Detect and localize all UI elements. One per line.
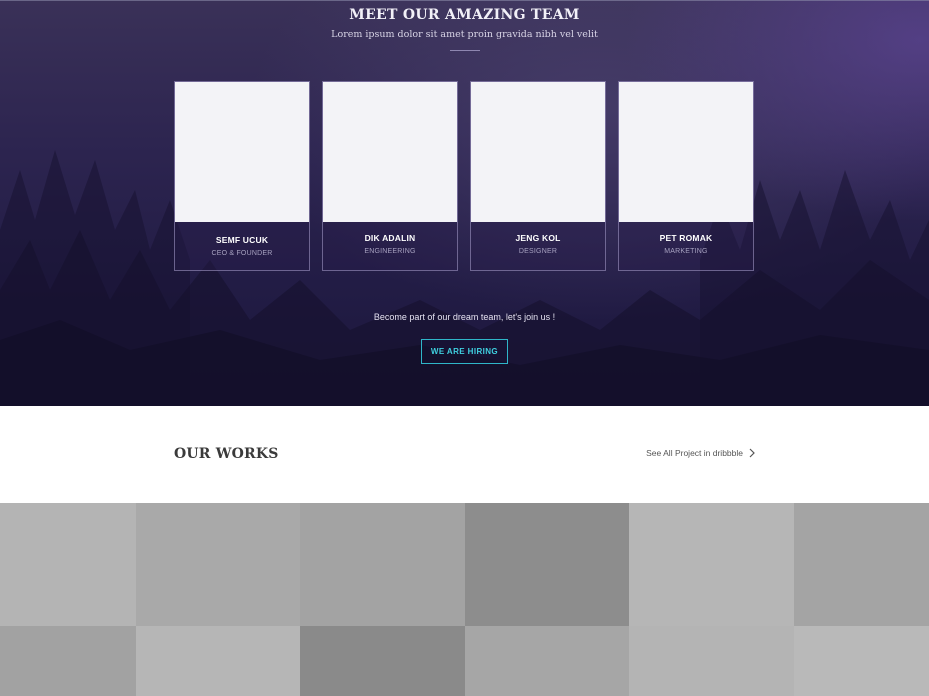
work-tile[interactable] bbox=[300, 626, 465, 696]
title-divider bbox=[450, 50, 480, 51]
work-tile[interactable] bbox=[0, 503, 136, 626]
work-tile[interactable] bbox=[300, 503, 465, 626]
member-photo bbox=[323, 82, 457, 222]
work-tile[interactable] bbox=[629, 626, 794, 696]
member-role: DESIGNER bbox=[518, 248, 558, 255]
works-grid bbox=[0, 503, 929, 696]
work-tile[interactable] bbox=[629, 503, 794, 626]
member-role: MARKETING bbox=[664, 248, 708, 255]
works-title: OUR WORKS bbox=[174, 446, 279, 462]
chevron-right-icon bbox=[749, 448, 755, 458]
work-tile[interactable] bbox=[136, 503, 300, 626]
member-name: JENG KOL bbox=[515, 233, 561, 243]
join-text: Become part of our dream team, let's joi… bbox=[373, 312, 556, 322]
team-card[interactable]: PET ROMAK MARKETING bbox=[618, 81, 754, 271]
work-tile[interactable] bbox=[794, 503, 929, 626]
member-name: SEMF UCUK bbox=[215, 235, 269, 245]
work-tile[interactable] bbox=[136, 626, 300, 696]
member-role: CEO & FOUNDER bbox=[211, 250, 273, 257]
work-tile[interactable] bbox=[465, 503, 629, 626]
work-tile[interactable] bbox=[794, 626, 929, 696]
team-title: MEET OUR AMAZING TEAM bbox=[349, 7, 580, 23]
member-role: ENGINEERING bbox=[364, 248, 416, 255]
member-name: PET ROMAK bbox=[659, 233, 713, 243]
member-photo bbox=[619, 82, 753, 222]
team-subtitle: Lorem ipsum dolor sit amet proin gravida… bbox=[331, 29, 598, 40]
team-card[interactable]: DIK ADALIN ENGINEERING bbox=[322, 81, 458, 271]
we-are-hiring-button[interactable]: WE ARE HIRING bbox=[421, 339, 508, 364]
member-name: DIK ADALIN bbox=[364, 233, 416, 243]
team-card[interactable]: JENG KOL DESIGNER bbox=[470, 81, 606, 271]
team-card[interactable]: SEMF UCUK CEO & FOUNDER bbox=[174, 81, 310, 271]
member-photo bbox=[471, 82, 605, 222]
see-all-projects-label: See All Project in dribbble bbox=[646, 448, 743, 458]
member-photo bbox=[175, 82, 309, 222]
work-tile[interactable] bbox=[0, 626, 136, 696]
see-all-projects-link[interactable]: See All Project in dribbble bbox=[646, 448, 755, 458]
work-tile[interactable] bbox=[465, 626, 629, 696]
team-section: MEET OUR AMAZING TEAM Lorem ipsum dolor … bbox=[0, 0, 929, 406]
works-header: OUR WORKS See All Project in dribbble bbox=[0, 406, 929, 503]
